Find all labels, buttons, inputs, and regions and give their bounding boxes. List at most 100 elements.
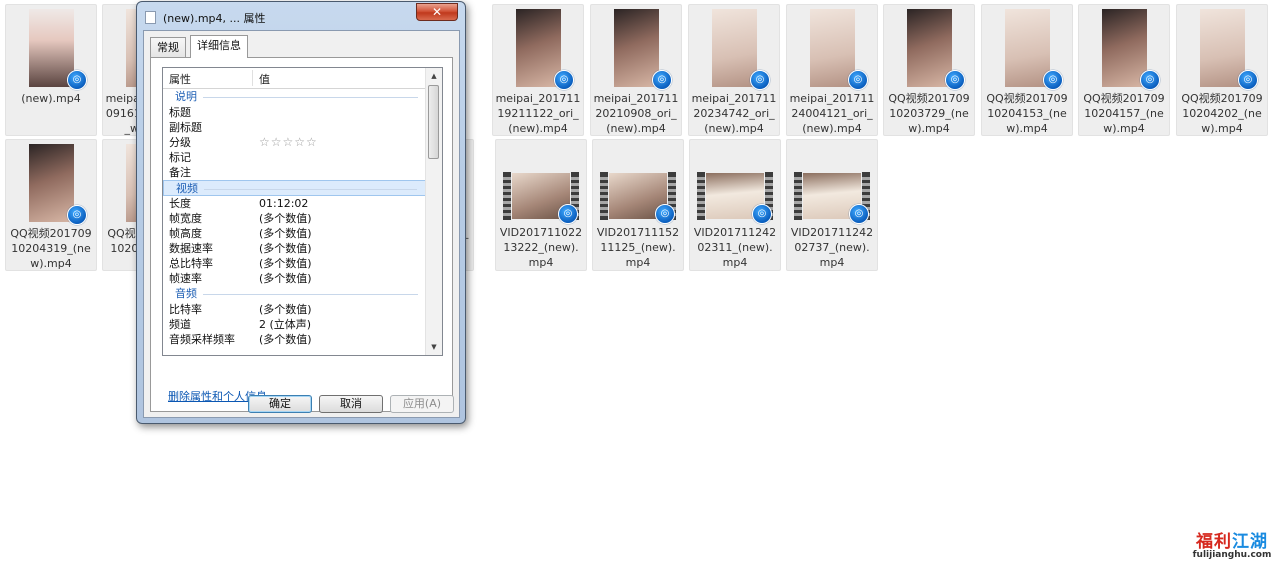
file-name: VID20171124202737_(new).mp4 bbox=[790, 226, 874, 269]
property-row[interactable]: 频道 2 (立体声) bbox=[163, 317, 426, 332]
property-name: 帧高度 bbox=[169, 227, 202, 240]
file-name: QQ视频20170910204202_(new).mp4 bbox=[1181, 92, 1263, 135]
group-divider bbox=[203, 294, 418, 295]
column-header-property[interactable]: 属性 bbox=[169, 71, 191, 87]
list-header: 属性 值 bbox=[163, 68, 426, 89]
file-item[interactable]: ◎ QQ视频20170910204157_(new).mp4 bbox=[1078, 4, 1170, 136]
property-name: 标记 bbox=[169, 151, 191, 164]
file-item[interactable]: ◎ QQ视频20170910203729_(new).mp4 bbox=[883, 4, 975, 136]
file-name: QQ视频20170910204153_(new).mp4 bbox=[986, 92, 1068, 135]
file-item[interactable]: ◎ (new).mp4 bbox=[5, 4, 97, 136]
group-divider bbox=[203, 97, 418, 98]
column-separator[interactable] bbox=[252, 70, 253, 86]
property-row[interactable]: 副标题 bbox=[163, 120, 426, 135]
property-name: 比特率 bbox=[169, 303, 202, 316]
tab-general[interactable]: 常规 bbox=[150, 37, 186, 57]
media-player-icon: ◎ bbox=[558, 204, 578, 224]
properties-dialog: (new).mp4, ... 属性 ✕ 常规 详细信息 属性 值 说明 标题副标题… bbox=[136, 1, 466, 424]
media-player-icon: ◎ bbox=[67, 205, 87, 225]
file-item[interactable]: ◎ meipai_20171120234742_ori_(new).mp4 bbox=[688, 4, 780, 136]
property-row[interactable]: 帧高度 (多个数值) bbox=[163, 226, 426, 241]
media-player-icon: ◎ bbox=[655, 204, 675, 224]
file-name: QQ视频20170910204319_(new).mp4 bbox=[10, 227, 92, 270]
file-item[interactable]: ◎ QQ视频20170910204202_(new).mp4 bbox=[1176, 4, 1268, 136]
property-value: (多个数值) bbox=[259, 333, 312, 346]
property-name: 长度 bbox=[169, 197, 191, 210]
property-row[interactable]: 音频采样频率 (多个数值) bbox=[163, 332, 426, 347]
property-name: 分级 bbox=[169, 136, 191, 149]
file-item[interactable]: ◎ meipai_20171120210908_ori_(new).mp4 bbox=[590, 4, 682, 136]
property-name: 数据速率 bbox=[169, 242, 213, 255]
column-header-value[interactable]: 值 bbox=[259, 71, 270, 87]
file-item[interactable]: ◎ VID20171124202737_(new).mp4 bbox=[786, 139, 878, 271]
property-name: 副标题 bbox=[169, 121, 202, 134]
property-row[interactable]: 帧宽度 (多个数值) bbox=[163, 211, 426, 226]
dialog-body: 常规 详细信息 属性 值 说明 标题副标题分级 ☆☆☆☆☆ 标记 备注 视频 长度 01:12… bbox=[143, 30, 460, 418]
property-row[interactable]: 总比特率 (多个数值) bbox=[163, 256, 426, 271]
watermark-logo: 福利江湖 fulijianghu.com bbox=[1190, 527, 1274, 567]
file-item[interactable]: ◎ meipai_20171119211122_ori_(new).mp4 bbox=[492, 4, 584, 136]
media-player-icon: ◎ bbox=[848, 70, 868, 90]
group-header[interactable]: 视频 bbox=[163, 180, 426, 196]
file-name: meipai_20171124004121_ori_(new).mp4 bbox=[789, 92, 875, 135]
media-player-icon: ◎ bbox=[945, 70, 965, 90]
tab-details[interactable]: 详细信息 bbox=[190, 35, 248, 58]
media-player-icon: ◎ bbox=[752, 204, 772, 224]
media-player-icon: ◎ bbox=[1140, 70, 1160, 90]
group-header[interactable]: 音频 bbox=[163, 286, 426, 302]
details-panel: 属性 值 说明 标题副标题分级 ☆☆☆☆☆ 标记 备注 视频 长度 01:12:02 帧宽度 (多… bbox=[150, 57, 453, 412]
scroll-down-icon[interactable]: ▼ bbox=[426, 339, 442, 355]
property-name: 标题 bbox=[169, 106, 191, 119]
vertical-scrollbar[interactable]: ▲ ▼ bbox=[425, 68, 442, 355]
group-label: 音频 bbox=[175, 287, 197, 300]
group-header[interactable]: 说明 bbox=[163, 89, 426, 105]
ok-button[interactable]: 确定 bbox=[248, 395, 312, 413]
watermark-site: fulijianghu.com bbox=[1192, 550, 1272, 560]
watermark-title: 福利江湖 bbox=[1196, 532, 1268, 552]
property-row[interactable]: 帧速率 (多个数值) bbox=[163, 271, 426, 286]
file-item[interactable]: ◎ VID20171124202311_(new).mp4 bbox=[689, 139, 781, 271]
property-row[interactable]: 分级 ☆☆☆☆☆ bbox=[163, 135, 426, 150]
property-row[interactable]: 标记 bbox=[163, 150, 426, 165]
property-value: (多个数值) bbox=[259, 242, 312, 255]
property-row[interactable]: 长度 01:12:02 bbox=[163, 196, 426, 211]
media-player-icon: ◎ bbox=[849, 204, 869, 224]
apply-button[interactable]: 应用(A) bbox=[390, 395, 454, 413]
property-row[interactable]: 数据速率 (多个数值) bbox=[163, 241, 426, 256]
property-row[interactable]: 备注 bbox=[163, 165, 426, 180]
dialog-titlebar[interactable]: (new).mp4, ... 属性 ✕ bbox=[137, 2, 465, 30]
media-player-icon: ◎ bbox=[1043, 70, 1063, 90]
property-value: (多个数值) bbox=[259, 227, 312, 240]
file-item[interactable]: ◎ meipai_20171124004121_ori_(new).mp4 bbox=[786, 4, 878, 136]
property-name: 音频采样频率 bbox=[169, 333, 235, 346]
file-item[interactable]: ◎ VID20171115211125_(new).mp4 bbox=[592, 139, 684, 271]
property-row[interactable]: 标题 bbox=[163, 105, 426, 120]
property-row[interactable]: 比特率 (多个数值) bbox=[163, 302, 426, 317]
cancel-button[interactable]: 取消 bbox=[319, 395, 383, 413]
file-name: meipai_20171119211122_ori_(new).mp4 bbox=[495, 92, 581, 135]
file-name: meipai_20171120210908_ori_(new).mp4 bbox=[593, 92, 679, 135]
property-value: (多个数值) bbox=[259, 272, 312, 285]
dialog-title: (new).mp4, ... 属性 bbox=[163, 12, 266, 25]
star-rating-icon[interactable]: ☆☆☆☆☆ bbox=[259, 135, 318, 150]
file-name: (new).mp4 bbox=[21, 92, 81, 105]
file-name: VID20171102213222_(new).mp4 bbox=[499, 226, 583, 269]
file-name: VID20171124202311_(new).mp4 bbox=[693, 226, 777, 269]
scroll-thumb[interactable] bbox=[428, 85, 439, 159]
property-value: (多个数值) bbox=[259, 212, 312, 225]
file-item[interactable]: ◎ QQ视频20170910204319_(new).mp4 bbox=[5, 139, 97, 271]
property-name: 帧宽度 bbox=[169, 212, 202, 225]
file-item[interactable]: ◎ QQ视频20170910204153_(new).mp4 bbox=[981, 4, 1073, 136]
file-icon bbox=[145, 11, 156, 24]
media-player-icon: ◎ bbox=[1238, 70, 1258, 90]
media-player-icon: ◎ bbox=[750, 70, 770, 90]
scroll-up-icon[interactable]: ▲ bbox=[426, 68, 442, 84]
property-value: 2 (立体声) bbox=[259, 318, 312, 331]
file-name: QQ视频20170910203729_(new).mp4 bbox=[888, 92, 970, 135]
property-value: (多个数值) bbox=[259, 257, 312, 270]
close-button[interactable]: ✕ bbox=[416, 3, 458, 21]
property-list[interactable]: 属性 值 说明 标题副标题分级 ☆☆☆☆☆ 标记 备注 视频 长度 01:12:02 帧宽度 (多… bbox=[162, 67, 443, 356]
property-value: (多个数值) bbox=[259, 303, 312, 316]
property-value: 01:12:02 bbox=[259, 197, 309, 210]
file-item[interactable]: ◎ VID20171102213222_(new).mp4 bbox=[495, 139, 587, 271]
